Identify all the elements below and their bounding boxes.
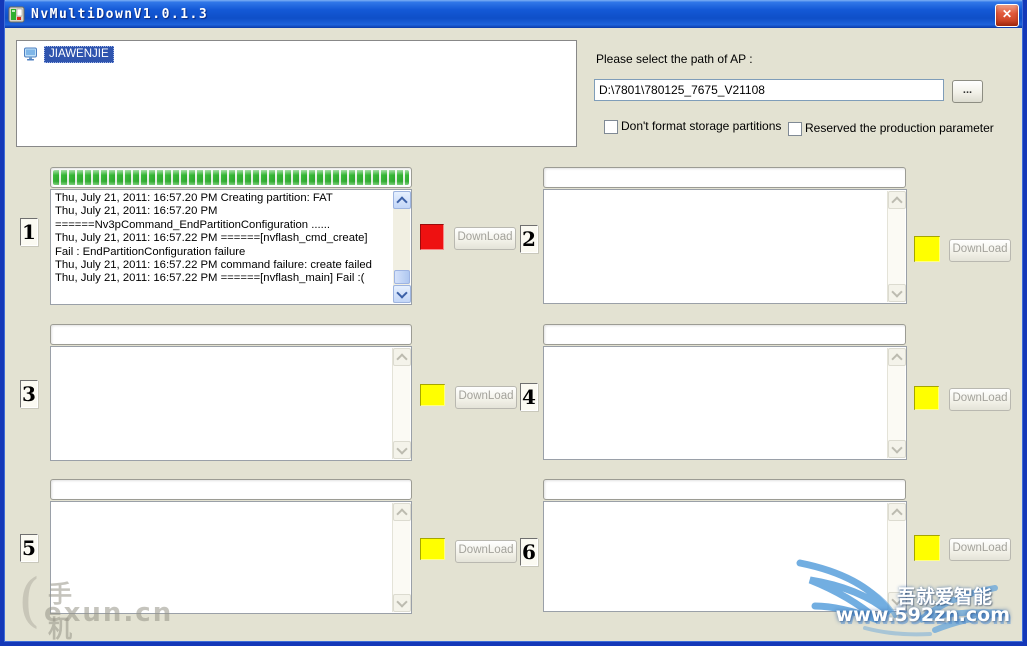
window-title: NvMultiDownV1.0.1.3 <box>31 7 208 22</box>
scroll-up-icon <box>888 191 906 209</box>
panel-number-4: 4 <box>520 383 538 411</box>
scroll-down-icon <box>888 284 906 302</box>
panel-number-2: 2 <box>520 225 538 253</box>
ap-path-label: Please select the path of AP : <box>596 52 753 66</box>
scroll-down-icon[interactable] <box>393 285 411 303</box>
log-box-2 <box>543 189 907 304</box>
log-text-1: Thu, July 21, 2011: 16:57.20 PM Creating… <box>55 192 391 286</box>
ap-path-input[interactable] <box>594 79 944 101</box>
download-button-6[interactable]: DownLoad <box>949 538 1011 561</box>
log-box-1: Thu, July 21, 2011: 16:57.20 PM Creating… <box>50 189 412 305</box>
scroll-up-icon[interactable] <box>393 191 411 209</box>
download-button-5[interactable]: DownLoad <box>455 540 517 563</box>
scroll-up-icon <box>393 503 411 521</box>
computer-icon <box>23 47 38 62</box>
scroll-up-icon <box>888 503 906 521</box>
download-button-4[interactable]: DownLoad <box>949 388 1011 411</box>
no-format-checkbox[interactable] <box>604 120 618 134</box>
scrollbar-3 <box>392 348 410 459</box>
log-box-4 <box>543 346 907 460</box>
scrollbar-1[interactable] <box>393 191 410 303</box>
reserved-checkbox[interactable] <box>788 122 802 136</box>
app-window: NvMultiDownV1.0.1.3 ✕ JIAWENJIE Please s… <box>0 0 1027 646</box>
scroll-down-icon <box>888 592 906 610</box>
progress-bar-4 <box>543 324 906 345</box>
reserved-label[interactable]: Reserved the production parameter <box>805 121 994 135</box>
browse-button[interactable]: ... <box>952 80 983 103</box>
download-button-1[interactable]: DownLoad <box>454 227 516 250</box>
device-item[interactable]: JIAWENJIE <box>23 45 114 63</box>
status-led-2 <box>914 236 940 262</box>
status-led-1 <box>420 224 444 250</box>
download-button-2[interactable]: DownLoad <box>949 239 1011 262</box>
scrollbar-2 <box>887 191 905 302</box>
app-icon[interactable] <box>8 6 25 23</box>
title-bar: NvMultiDownV1.0.1.3 ✕ <box>0 0 1027 28</box>
device-item-label: JIAWENJIE <box>44 46 114 63</box>
progress-fill-1 <box>53 170 409 185</box>
scroll-down-icon <box>393 594 411 612</box>
download-button-3[interactable]: DownLoad <box>455 386 517 409</box>
progress-bar-3 <box>50 324 412 345</box>
scrollbar-4 <box>887 348 905 458</box>
scrollbar-5 <box>392 503 410 612</box>
status-led-4 <box>914 386 939 410</box>
progress-bar-1 <box>50 167 412 188</box>
status-led-6 <box>914 535 940 561</box>
panel-number-6: 6 <box>520 538 538 566</box>
progress-bar-6 <box>543 479 906 500</box>
scroll-up-icon <box>888 348 906 366</box>
scroll-down-icon <box>393 441 411 459</box>
status-led-5 <box>420 538 445 560</box>
panel-number-3: 3 <box>20 380 38 408</box>
log-box-5 <box>50 501 412 614</box>
panel-number-5: 5 <box>20 534 38 562</box>
log-box-3 <box>50 346 412 461</box>
progress-bar-5 <box>50 479 412 500</box>
status-led-3 <box>420 384 445 406</box>
scroll-thumb[interactable] <box>394 270 410 284</box>
scroll-up-icon <box>393 348 411 366</box>
scroll-down-icon <box>888 440 906 458</box>
log-box-6 <box>543 501 907 612</box>
panel-number-1: 1 <box>20 218 38 246</box>
scrollbar-6 <box>887 503 905 610</box>
close-button[interactable]: ✕ <box>995 4 1019 27</box>
device-list[interactable]: JIAWENJIE <box>16 40 577 147</box>
progress-bar-2 <box>543 167 906 188</box>
no-format-label[interactable]: Don't format storage partitions <box>621 119 781 133</box>
